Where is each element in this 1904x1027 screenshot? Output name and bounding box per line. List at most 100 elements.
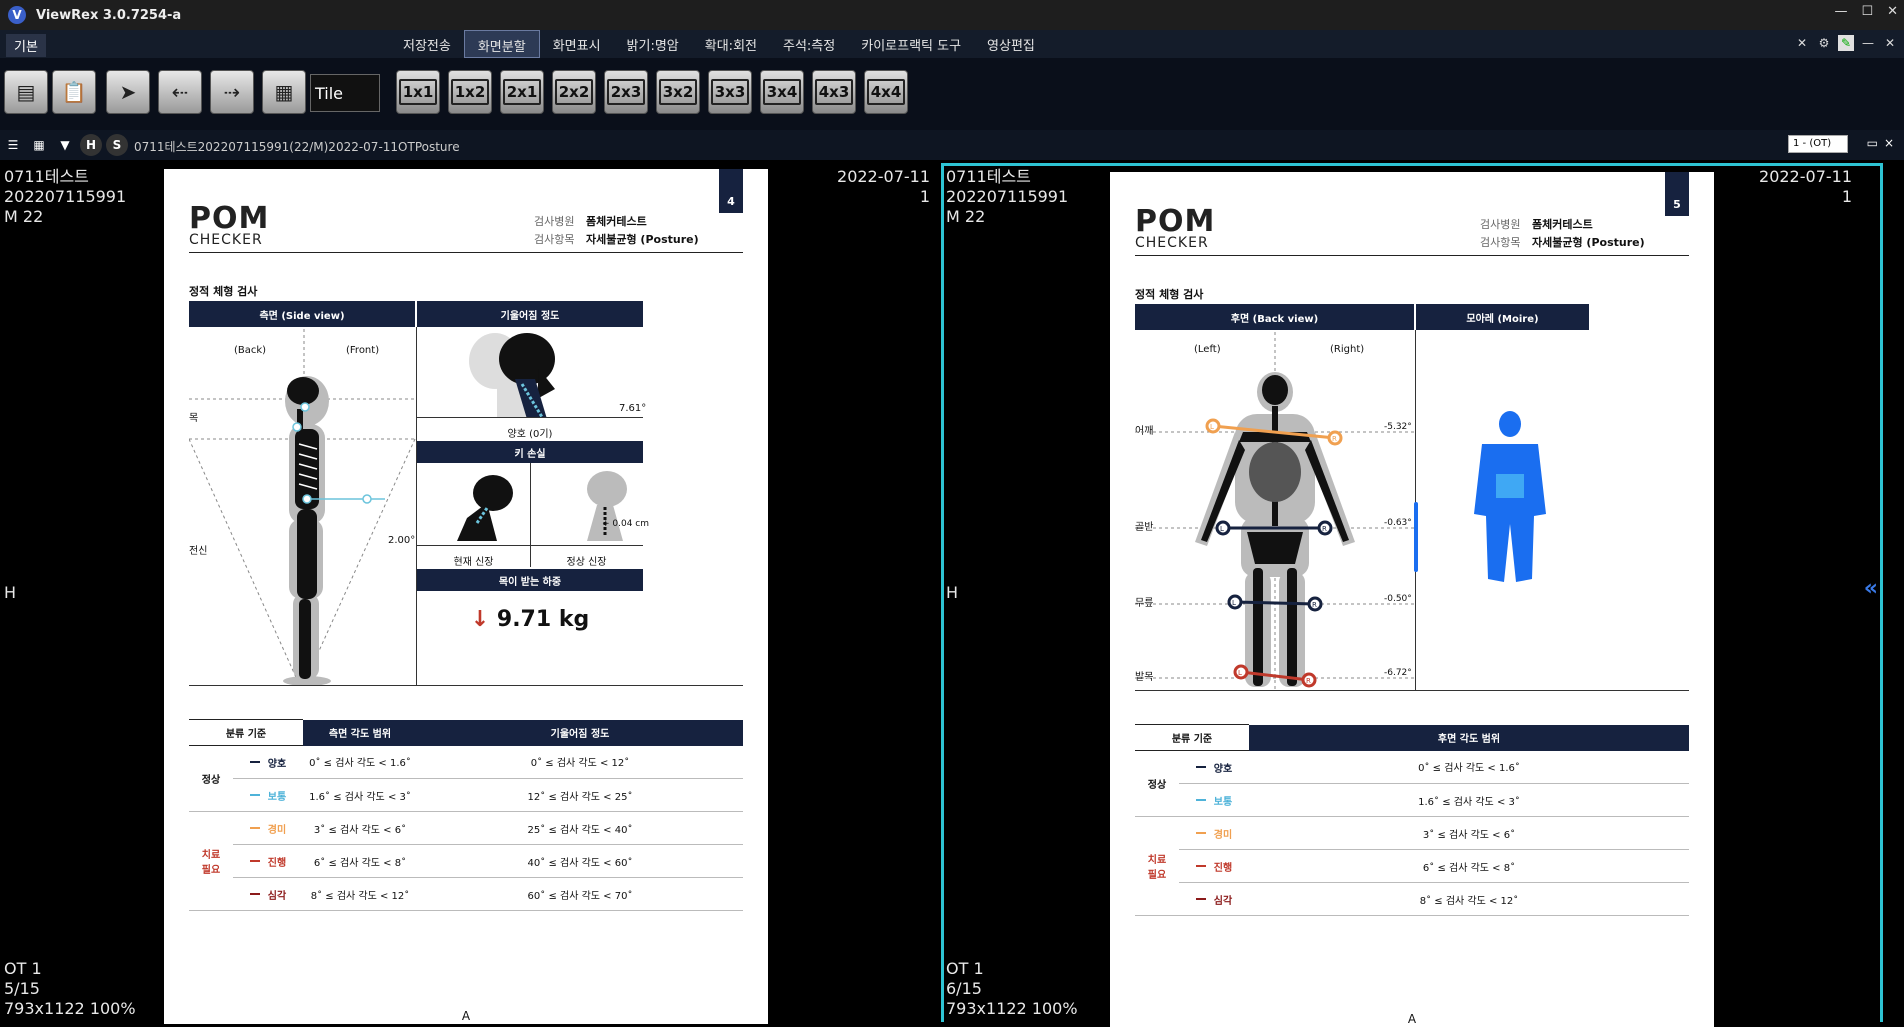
level-normal: 보통 [1195, 793, 1232, 808]
layout-1x1-button[interactable]: 1x1 [396, 70, 440, 114]
series-bar-icons: ☰ ▦ ▼ H S [2, 134, 128, 156]
section-title: 정적 체형 검사 [189, 285, 258, 298]
patient-name: 0711테스트 [4, 167, 89, 186]
layout-label: 4x4 [866, 79, 906, 105]
tab-chiropractic-tools[interactable]: 카이로프랙틱 도구 [848, 30, 974, 58]
tilt-header: 기울어짐 정도 [417, 301, 643, 327]
page-number: 5 [1665, 172, 1689, 216]
toolbar: ▤ 📋 ➤ ⇠ ⇢ ▦ Tile 1x1 1x2 2x1 2x2 2x3 3x2… [0, 58, 1904, 130]
svg-text:R: R [1312, 601, 1317, 609]
minimize-ribbon-icon[interactable]: — [1860, 35, 1876, 51]
clipboard-icon[interactable]: 📋 [52, 70, 96, 114]
classification-table: 분류 기준 측면 각도 범위 기울어짐 정도 정상 양호 0˚ ≤ 검사 각도 … [189, 719, 743, 911]
tab-annotation-measure[interactable]: 주석:측정 [770, 30, 848, 58]
tools-icon[interactable]: ✕ [1794, 35, 1810, 51]
tab-screen-split[interactable]: 화면분할 [463, 30, 540, 58]
level-mild: 경미 [1195, 826, 1232, 841]
close-button[interactable]: ✕ [1887, 4, 1898, 19]
series-bar: ☰ ▦ ▼ H S 0711테스트202207115991(22/M)2022-… [0, 130, 1904, 160]
grid-select-icon[interactable]: ▦ [262, 70, 306, 114]
layout-4x4-button[interactable]: 4x4 [864, 70, 908, 114]
layout-1x2-button[interactable]: 1x2 [448, 70, 492, 114]
tab-zoom-rotate[interactable]: 확대:회전 [692, 30, 770, 58]
layout-4x3-button[interactable]: 4x3 [812, 70, 856, 114]
height-diff: + 0.04 cm [602, 519, 650, 529]
tilt-header-col: 기울어짐 정도 [417, 719, 743, 746]
range-cell: 6˚ ≤ 검사 각도 < 8˚ [303, 844, 417, 878]
normal-group: 정상 [189, 745, 233, 812]
close-ribbon-icon[interactable]: ✕ [1882, 35, 1898, 51]
layout-3x4-button[interactable]: 3x4 [760, 70, 804, 114]
range-cell: 8˚ ≤ 검사 각도 < 12˚ [1249, 882, 1689, 916]
back-view-header: 후면 (Back view) [1135, 304, 1414, 330]
header-divider [1135, 255, 1689, 256]
layout-2x3-button[interactable]: 2x3 [604, 70, 648, 114]
down-arrow-icon: ↓ [470, 607, 490, 632]
section-bottom-line [1135, 690, 1689, 691]
bottom-marker: A [1407, 1012, 1417, 1026]
viewport-2-selected[interactable]: 0711테스트 202207115991 M 22 2022-07-11 1 H… [941, 163, 1883, 1027]
tile-input[interactable]: Tile [310, 74, 380, 112]
svg-text:L: L [1210, 423, 1214, 431]
patient-name: 0711테스트 [946, 167, 1031, 186]
tab-basic[interactable]: 기본 [6, 34, 46, 57]
brand-line1: POM [1135, 204, 1216, 239]
series-list-icon[interactable]: ☰ [2, 134, 24, 156]
level-good: 양호 [1195, 760, 1232, 775]
h-icon[interactable]: H [80, 134, 102, 156]
item-name: 자세불균형 (Posture) [1532, 236, 1645, 249]
close-viewport-icon[interactable]: × [1884, 136, 1894, 150]
pin-icon[interactable]: ✎ [1838, 35, 1854, 51]
tab-screen-display[interactable]: 화면표시 [540, 30, 614, 58]
tab-save-transfer[interactable]: 저장전송 [390, 30, 464, 58]
maximize-viewport-icon[interactable]: ▭ [1867, 136, 1878, 150]
tilt-cell: 60˚ ≤ 검사 각도 < 70˚ [417, 877, 743, 911]
divider [417, 545, 643, 546]
level-severe: 심각 [249, 887, 286, 902]
image-size: 793x1122 100% [946, 999, 1078, 1018]
layout-2x2-button[interactable]: 2x2 [552, 70, 596, 114]
maximize-button[interactable]: ☐ [1861, 4, 1873, 19]
layout-2x1-button[interactable]: 2x1 [500, 70, 544, 114]
level-progress: 진행 [249, 854, 286, 869]
neck-load-value: 9.71 kg [496, 607, 590, 632]
brand-line2: CHECKER [189, 232, 263, 248]
gear-icon[interactable]: ⚙ [1816, 35, 1832, 51]
svg-text:L: L [1238, 669, 1242, 677]
minimize-button[interactable]: — [1834, 4, 1847, 19]
hospital-name: 폼체커테스트 [586, 215, 647, 228]
head-tilt-figure [469, 333, 555, 417]
overlay-top-left: 0711테스트 202207115991 M 22 [946, 167, 1068, 227]
criteria-header: 분류 기준 [189, 719, 303, 746]
normal-height-label: 정상 신장 [566, 557, 607, 568]
orientation-marker: H [4, 583, 17, 602]
layout-3x2-button[interactable]: 3x2 [656, 70, 700, 114]
patient-list-icon[interactable]: ▤ [4, 70, 48, 114]
series-select[interactable]: 1 - (OT) [1788, 135, 1848, 153]
frame-number: 5/15 [4, 979, 40, 998]
s-icon[interactable]: S [106, 134, 128, 156]
level-progress: 진행 [1195, 859, 1232, 874]
user-move-right-icon[interactable]: ⇢ [210, 70, 254, 114]
hospital-label: 검사병원 [1480, 218, 1521, 231]
bottom-marker: A [461, 1009, 471, 1023]
dropdown-icon[interactable]: ▼ [54, 134, 76, 156]
tab-image-edit[interactable]: 영상편집 [974, 30, 1048, 58]
criteria-header: 분류 기준 [1135, 724, 1249, 751]
level-mild: 경미 [249, 821, 286, 836]
grid-view-icon[interactable]: ▦ [28, 134, 50, 156]
user-move-left-icon[interactable]: ⇠ [158, 70, 202, 114]
viewport-1[interactable]: 0711테스트 202207115991 M 22 2022-07-11 1 H… [0, 163, 938, 1024]
treatment-group: 치료 필요 [1135, 816, 1179, 916]
tab-brightness-contrast[interactable]: 밝기:명암 [614, 30, 692, 58]
image-index: 1 [919, 187, 930, 206]
neck-load-value-row: ↓ 9.71 kg [417, 607, 643, 632]
double-chevron-left-icon[interactable]: « [1864, 576, 1878, 601]
pointer-icon[interactable]: ➤ [106, 70, 150, 114]
moire-header: 모아레 (Moire) [1416, 304, 1589, 330]
range-cell: 3˚ ≤ 검사 각도 < 6˚ [1249, 816, 1689, 850]
layout-3x3-button[interactable]: 3x3 [708, 70, 752, 114]
title-bar: V ViewRex 3.0.7254-a — ☐ ✕ [0, 0, 1904, 30]
overlay-bottom-left: OT 1 6/15 793x1122 100% [946, 959, 1078, 1019]
overlay-top-left: 0711테스트 202207115991 M 22 [4, 167, 126, 227]
